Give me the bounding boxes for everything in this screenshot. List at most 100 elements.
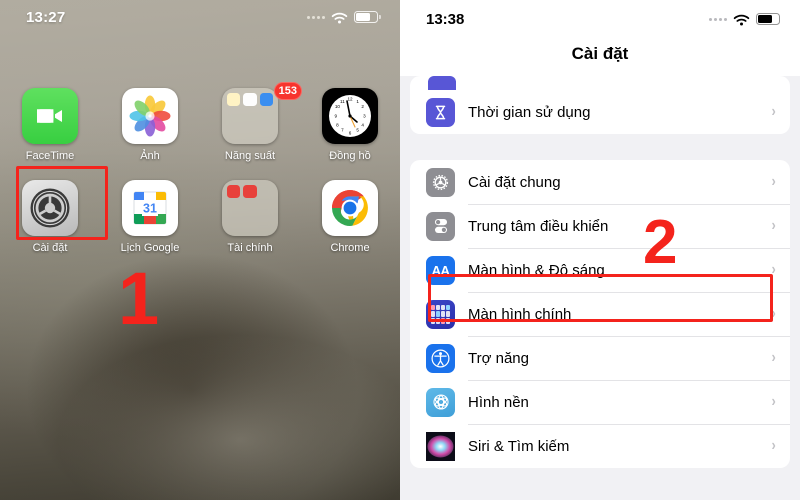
svg-text:31: 31 — [143, 202, 157, 216]
partial-row-above — [410, 76, 790, 90]
settings-row-wallpaper[interactable]: Hình nền › — [410, 380, 790, 424]
highlight-box-display-brightness — [428, 274, 773, 322]
app-clock[interactable]: 12 3 6 9 12 45 78 10 11 Đồng hồ — [300, 88, 400, 162]
svg-text:8: 8 — [336, 122, 339, 127]
settings-row-label: Trợ năng — [468, 349, 529, 367]
screenshot-root: 13:27 FaceTime Ảnh 153 Năng suất 12 3 6 … — [0, 0, 800, 500]
app-label: Cài đặt — [32, 242, 68, 254]
highlight-box-settings-app — [16, 166, 108, 240]
chevron-right-icon: › — [771, 349, 776, 366]
app-folder-productivity[interactable]: 153 Năng suất — [200, 82, 302, 162]
settings-row-label: Cài đặt chung — [468, 173, 561, 191]
google-calendar-icon: 31 — [122, 180, 178, 236]
settings-row-control-center[interactable]: Trung tâm điều khiển › — [410, 204, 790, 248]
signal-dots-icon — [307, 15, 325, 19]
mini-icon — [227, 201, 240, 214]
mini-icon — [243, 109, 256, 122]
svg-text:7: 7 — [341, 128, 344, 133]
status-bar-time: 13:38 — [426, 10, 465, 28]
mini-icon — [243, 126, 256, 139]
svg-text:4: 4 — [361, 122, 364, 127]
wifi-icon — [331, 11, 348, 24]
app-label: FaceTime — [25, 150, 75, 162]
iphone-home-screen: 13:27 FaceTime Ảnh 153 Năng suất 12 3 6 … — [0, 0, 400, 500]
svg-text:3: 3 — [363, 114, 366, 119]
settings-row-label: Thời gian sử dụng — [468, 103, 591, 121]
mini-icon — [260, 126, 273, 139]
settings-row-general[interactable]: Cài đặt chung › — [410, 160, 790, 204]
app-label: Chrome — [330, 242, 370, 254]
notification-badge: 153 — [273, 82, 302, 100]
mini-icon — [243, 201, 256, 214]
mini-icon — [227, 185, 241, 199]
status-bar-time: 13:27 — [26, 8, 66, 26]
page-title: Cài đặt — [400, 38, 800, 76]
app-photos[interactable]: Ảnh — [100, 88, 200, 162]
settings-row-siri-search[interactable]: Siri & Tìm kiếm › — [410, 424, 790, 468]
mini-icon — [260, 218, 273, 231]
gear-icon — [426, 167, 455, 197]
mini-icon — [243, 93, 257, 107]
chevron-right-icon: › — [771, 393, 776, 410]
battery-icon — [354, 11, 381, 23]
mini-icon — [259, 93, 273, 107]
app-label: Tài chính — [227, 242, 273, 254]
settings-scroll-area[interactable]: Thời gian sử dụng › Cài đặt chung › Trun… — [400, 76, 800, 468]
svg-text:6: 6 — [349, 131, 352, 136]
settings-row-label: Trung tâm điều khiển — [468, 217, 609, 235]
mini-icon — [243, 185, 257, 199]
siri-icon — [426, 431, 455, 461]
mini-icon — [260, 185, 273, 198]
svg-text:12: 12 — [347, 97, 353, 102]
wallpaper-icon — [426, 387, 455, 417]
accessibility-icon — [426, 343, 455, 373]
mini-icon — [260, 201, 273, 214]
app-label: Đồng hồ — [329, 150, 371, 162]
svg-text:1: 1 — [356, 99, 359, 104]
svg-text:9: 9 — [335, 114, 338, 119]
settings-row-label: Hình nền — [468, 393, 529, 411]
settings-row-accessibility[interactable]: Trợ năng › — [410, 336, 790, 380]
svg-text:11: 11 — [340, 99, 345, 104]
status-bar-indicators — [709, 13, 783, 26]
app-label: Ảnh — [140, 150, 160, 162]
clock-icon: 12 3 6 9 12 45 78 10 11 — [322, 88, 378, 144]
chevron-right-icon: › — [771, 437, 776, 454]
hourglass-icon — [426, 97, 455, 127]
chevron-right-icon: › — [771, 173, 776, 190]
status-bar-right: 13:38 — [400, 0, 800, 38]
mini-icon — [243, 218, 256, 231]
settings-row-label: Siri & Tìm kiếm — [468, 437, 570, 455]
status-bar-left: 13:27 — [0, 0, 400, 34]
app-facetime[interactable]: FaceTime — [0, 88, 100, 162]
signal-dots-icon — [709, 17, 727, 21]
step-marker-1: 1 — [118, 257, 160, 340]
svg-text:10: 10 — [335, 104, 341, 109]
toggles-icon — [426, 211, 455, 241]
chevron-right-icon: › — [771, 103, 776, 120]
settings-group-screentime: Thời gian sử dụng › — [410, 90, 790, 134]
mini-icon — [227, 126, 240, 139]
svg-text:2: 2 — [361, 104, 364, 109]
finance-folder-icon — [222, 180, 278, 236]
app-folder-finance[interactable]: Tài chính — [200, 180, 300, 254]
settings-app-screen: 13:38 Cài đặt Thời gian sử dụng › Cài đặ… — [400, 0, 800, 500]
mini-icon — [227, 218, 240, 231]
mini-icon — [227, 93, 241, 107]
mini-icon — [227, 109, 240, 122]
wifi-icon — [733, 13, 750, 26]
chrome-icon — [322, 180, 378, 236]
chevron-right-icon: › — [771, 217, 776, 234]
photos-icon — [122, 88, 178, 144]
mini-icon — [260, 109, 273, 122]
app-google-calendar[interactable]: 31 Lịch Google — [100, 180, 200, 254]
battery-icon — [756, 13, 783, 25]
partial-row-icon — [428, 76, 456, 90]
group-gap — [400, 134, 800, 160]
settings-row-screen-time[interactable]: Thời gian sử dụng › — [410, 90, 790, 134]
app-chrome[interactable]: Chrome — [300, 180, 400, 254]
facetime-icon — [22, 88, 78, 144]
step-marker-2: 2 — [643, 208, 678, 277]
folder-icon — [222, 88, 278, 144]
status-bar-indicators — [307, 11, 381, 24]
